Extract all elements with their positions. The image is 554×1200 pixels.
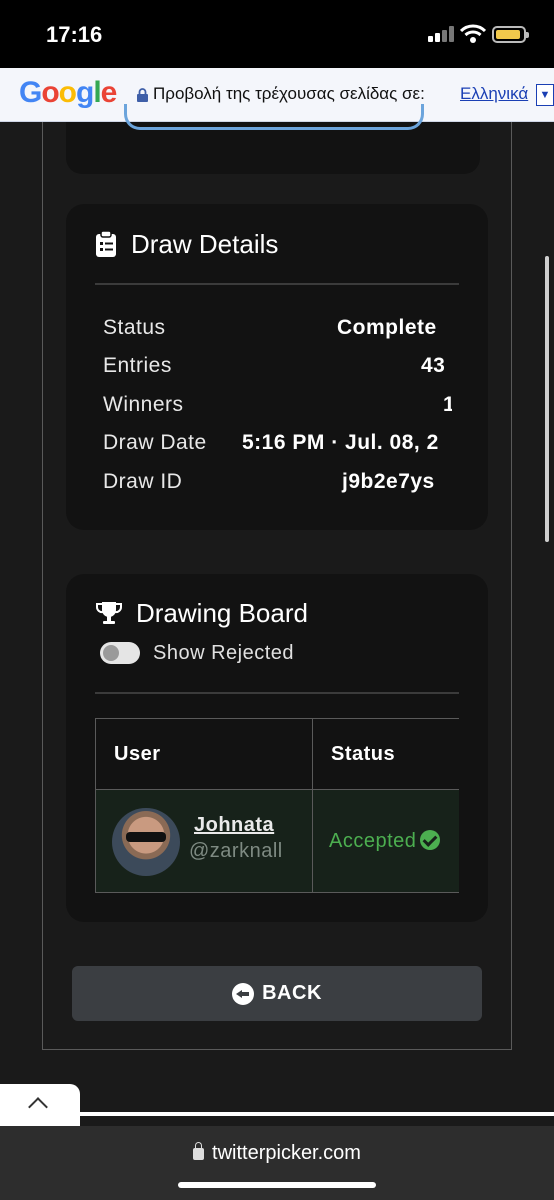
home-indicator[interactable] [178, 1182, 376, 1188]
browser-address-bar[interactable]: twitterpicker.com [0, 1126, 554, 1200]
back-button[interactable]: BACK [72, 966, 482, 1021]
back-button-label: BACK [262, 982, 322, 1004]
detail-value: 1 [443, 393, 452, 416]
draw-details-title: Draw Details [131, 229, 279, 259]
translate-language-link[interactable]: Ελληνικά [460, 84, 528, 104]
detail-label: Draw Date [103, 431, 207, 454]
avatar[interactable] [112, 808, 180, 876]
cellular-signal-icon [428, 26, 456, 42]
detail-value: j9b2e7ys [342, 470, 435, 493]
detail-value: 5:16 PM · Jul. 08, 2 [242, 431, 439, 454]
table-row-user-cell: Johnata @zarknall [95, 789, 313, 893]
trophy-icon [96, 602, 122, 624]
language-dropdown-button[interactable]: ▼ [536, 84, 554, 106]
table-row-status-cell: Accepted [312, 789, 459, 893]
details-table: Status Complete Entries 43 Winners 1 Dra… [66, 300, 452, 510]
lock-icon [137, 88, 148, 102]
check-circle-icon [420, 830, 441, 850]
clock: 17:16 [46, 22, 103, 47]
google-logo: Google [19, 76, 117, 109]
clipboard-icon [96, 231, 116, 257]
lock-icon [193, 1142, 205, 1160]
status-bar: 17:16 [0, 0, 554, 68]
detail-label: Draw ID [103, 470, 183, 493]
drawing-board-title: Drawing Board [136, 598, 308, 628]
divider [95, 283, 459, 285]
url-text: twitterpicker.com [212, 1142, 361, 1164]
status-text: Accepted [329, 830, 417, 852]
previous-action-button[interactable] [124, 104, 424, 130]
detail-value: Complete [337, 316, 437, 339]
status-badge: Accepted [329, 830, 441, 853]
column-header-user: User [95, 718, 313, 790]
detail-label: Status [103, 316, 166, 339]
wifi-icon [460, 24, 486, 43]
user-name-link[interactable]: Johnata [194, 814, 274, 837]
show-rejected-label: Show Rejected [153, 642, 295, 664]
divider [95, 692, 459, 694]
scrollbar[interactable] [545, 256, 549, 542]
translate-prompt: Προβολή της τρέχουσας σελίδας σε: [153, 84, 425, 103]
column-header-status: Status [312, 718, 459, 790]
arrow-circle-left-icon [232, 982, 255, 1005]
battery-icon [492, 26, 529, 43]
detail-label: Winners [103, 393, 184, 416]
show-rejected-toggle[interactable] [100, 642, 140, 664]
user-handle: @zarknall [189, 840, 283, 862]
detail-label: Entries [103, 354, 172, 377]
drawing-board-table: User Status Johnata @zarknall Accepted [95, 718, 459, 894]
toolbar-edge [80, 1112, 554, 1116]
previous-card [66, 104, 480, 174]
detail-value: 43 [421, 354, 446, 377]
chevron-up-icon[interactable] [0, 1084, 80, 1130]
